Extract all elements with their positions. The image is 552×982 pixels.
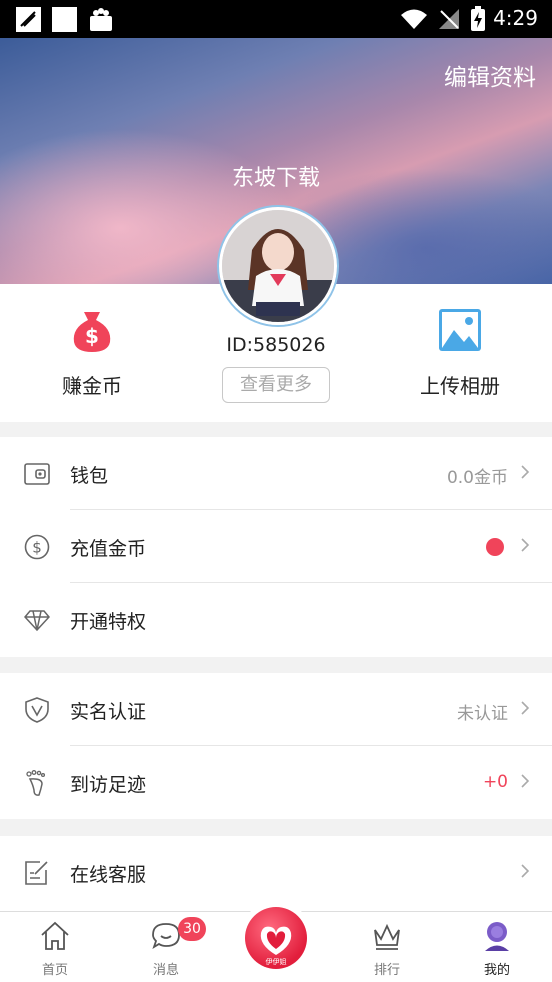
wallet-icon xyxy=(24,463,50,485)
wallet-row[interactable]: 钱包 0.0金币 xyxy=(0,437,552,510)
verify-label: 实名认证 xyxy=(70,701,147,723)
center-tab-button[interactable]: 伊伊姐 xyxy=(240,901,312,973)
footprints-row[interactable]: 到访足迹 +0 xyxy=(0,746,552,819)
center-label: 伊伊姐 xyxy=(266,957,287,966)
view-more-button[interactable]: 查看更多 xyxy=(222,367,330,403)
heart-logo-icon: 伊伊姐 xyxy=(260,926,292,966)
upload-album-label: 上传相册 xyxy=(420,374,500,398)
unread-dot xyxy=(486,538,504,556)
tab-ranking-label: 排行 xyxy=(373,963,400,978)
user-id: ID:585026 xyxy=(226,334,326,356)
menu-group-account: 实名认证 未认证 到访足迹 +0 xyxy=(0,673,552,819)
recharge-row[interactable]: $ 充值金币 xyxy=(0,510,552,583)
chevron-right-icon xyxy=(521,774,530,788)
footprints-count: +0 xyxy=(482,772,508,792)
avatar[interactable] xyxy=(219,207,337,325)
edit-profile-button[interactable]: 编辑资料 xyxy=(444,58,536,92)
notification-icon xyxy=(16,7,41,32)
center-logo: 伊伊姐 xyxy=(245,907,307,969)
username: 东坡下载 xyxy=(231,166,320,191)
chevron-right-icon xyxy=(521,864,530,878)
notification-square-icon xyxy=(52,7,77,32)
earn-coins-label: 赚金币 xyxy=(62,374,122,398)
verify-status: 未认证 xyxy=(457,704,508,724)
customer-service-row[interactable]: 在线客服 xyxy=(0,836,552,909)
battery-charging-icon xyxy=(470,6,486,36)
tab-ranking[interactable]: 排行 xyxy=(347,912,427,982)
user-icon xyxy=(485,922,509,951)
avatar-photo xyxy=(222,210,334,322)
tab-messages-label: 消息 xyxy=(152,963,179,978)
verify-row[interactable]: 实名认证 未认证 xyxy=(0,673,552,746)
wallet-balance: 0.0金币 xyxy=(446,468,508,488)
wallet-label: 钱包 xyxy=(70,465,109,487)
privilege-label: 开通特权 xyxy=(70,611,147,633)
recharge-label: 充值金币 xyxy=(70,538,147,560)
tab-home[interactable]: 首页 xyxy=(15,912,95,982)
footprint-icon xyxy=(26,770,46,796)
no-signal-icon xyxy=(438,8,460,34)
menu-group-wallet: 钱包 0.0金币 $ 充值金币 开通特权 xyxy=(0,437,552,657)
dollar-circle-icon: $ xyxy=(24,534,50,560)
status-bar: 4:29 xyxy=(0,0,552,38)
footprints-label: 到访足迹 xyxy=(70,774,147,796)
customer-service-label: 在线客服 xyxy=(70,864,147,886)
status-time: 4:29 xyxy=(493,6,538,30)
shield-icon xyxy=(25,697,49,723)
tab-home-label: 首页 xyxy=(41,963,68,978)
home-icon xyxy=(41,921,69,950)
tab-mine-label: 我的 xyxy=(483,963,510,978)
crown-icon xyxy=(374,923,400,950)
messages-badge: 30 xyxy=(178,917,206,941)
chat-bubble-icon xyxy=(152,923,180,950)
shop-bag-icon xyxy=(88,8,114,36)
wifi-icon xyxy=(400,8,428,34)
chevron-right-icon xyxy=(521,465,530,479)
svg-text:$: $ xyxy=(32,539,42,557)
edit-note-icon xyxy=(25,861,48,885)
diamond-icon xyxy=(24,610,50,632)
tab-mine[interactable]: 我的 xyxy=(457,912,537,982)
chevron-right-icon xyxy=(521,538,530,552)
chevron-right-icon xyxy=(521,701,530,715)
privilege-row[interactable]: 开通特权 xyxy=(0,583,552,656)
